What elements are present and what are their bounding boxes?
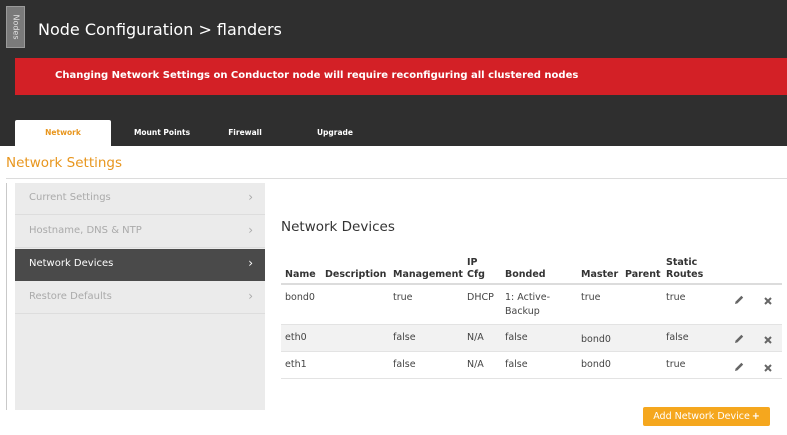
column-header-description: Description xyxy=(325,269,387,280)
cell-ip-cfg: DHCP xyxy=(467,292,494,303)
sidebar-item-label: Current Settings xyxy=(29,192,111,203)
add-network-device-button[interactable]: Add Network Device + xyxy=(643,407,770,426)
cell-master: bond0 xyxy=(581,334,611,345)
chevron-right-icon: › xyxy=(248,289,253,303)
cell-bonded-line2: Backup xyxy=(505,306,540,317)
pencil-icon[interactable] xyxy=(733,361,745,373)
tab-upgrade[interactable]: Upgrade xyxy=(305,120,365,146)
tab-network[interactable]: Network xyxy=(15,120,111,146)
section-divider xyxy=(6,178,787,179)
cell-bonded: false xyxy=(505,359,528,370)
section-title: Network Settings xyxy=(6,155,123,171)
cell-management: false xyxy=(393,359,416,370)
warning-banner-text: Changing Network Settings on Conductor n… xyxy=(55,70,579,81)
close-icon[interactable] xyxy=(762,295,774,307)
column-header-master: Master xyxy=(581,269,619,280)
settings-sidebar: Current Settings › Hostname, DNS & NTP ›… xyxy=(15,183,265,410)
column-header-static-routes-top: Static xyxy=(666,257,698,268)
network-devices-title: Network Devices xyxy=(281,219,395,235)
cell-static-routes: false xyxy=(666,332,689,343)
column-header-ip-label-top: IP xyxy=(467,257,478,268)
page-title: Node Configuration > flanders xyxy=(38,20,282,39)
column-header-bonded: Bonded xyxy=(505,269,546,280)
chevron-right-icon: › xyxy=(248,223,253,237)
tab-firewall[interactable]: Firewall xyxy=(215,120,275,146)
sidebar-item-current-settings[interactable]: Current Settings › xyxy=(15,183,265,215)
column-header-static-routes-bottom: Routes xyxy=(666,269,704,280)
add-network-device-label: Add Network Device xyxy=(653,411,750,422)
row-divider xyxy=(281,378,782,379)
cell-static-routes: true xyxy=(666,292,686,303)
nodes-side-tab-label: Nodes xyxy=(11,14,20,40)
cell-ip-cfg: N/A xyxy=(467,359,484,370)
warning-banner: Changing Network Settings on Conductor n… xyxy=(15,58,787,95)
column-header-management: Management xyxy=(393,269,463,280)
sidebar-item-label: Hostname, DNS & NTP xyxy=(29,225,142,236)
sidebar-item-hostname-dns-ntp[interactable]: Hostname, DNS & NTP › xyxy=(15,216,265,248)
cell-name: bond0 xyxy=(285,292,315,303)
cell-bonded: 1: Active- xyxy=(505,292,551,303)
cell-management: true xyxy=(393,292,413,303)
cell-master: true xyxy=(581,292,601,303)
cell-management: false xyxy=(393,332,416,343)
sidebar-item-label: Network Devices xyxy=(29,258,114,269)
sidebar-item-network-devices[interactable]: Network Devices › xyxy=(15,249,265,281)
table-row xyxy=(281,352,782,378)
sidebar-item-restore-defaults[interactable]: Restore Defaults › xyxy=(15,282,265,314)
nodes-side-tab[interactable]: Nodes xyxy=(6,6,25,48)
pencil-icon[interactable] xyxy=(733,294,745,306)
column-header-parent: Parent xyxy=(625,269,661,280)
table-header-divider xyxy=(281,283,782,285)
cell-bonded: false xyxy=(505,332,528,343)
chevron-right-icon: › xyxy=(248,256,253,270)
cell-ip-cfg: N/A xyxy=(467,332,484,343)
plus-icon: + xyxy=(751,411,760,422)
cell-master: bond0 xyxy=(581,359,611,370)
tab-mount-points[interactable]: Mount Points xyxy=(123,120,201,146)
close-icon[interactable] xyxy=(762,334,774,346)
top-header: Nodes Node Configuration > flanders Chan… xyxy=(0,0,787,146)
sidebar-item-label: Restore Defaults xyxy=(29,291,112,302)
pencil-icon[interactable] xyxy=(733,333,745,345)
cell-static-routes: true xyxy=(666,359,686,370)
column-header-name: Name xyxy=(285,269,316,280)
chevron-right-icon: › xyxy=(248,190,253,204)
left-edge-divider xyxy=(6,183,7,410)
close-icon[interactable] xyxy=(762,362,774,374)
cell-name: eth0 xyxy=(285,332,307,343)
table-row xyxy=(281,325,782,351)
cell-name: eth1 xyxy=(285,359,307,370)
column-header-ip-label-bottom: Cfg xyxy=(467,269,485,280)
